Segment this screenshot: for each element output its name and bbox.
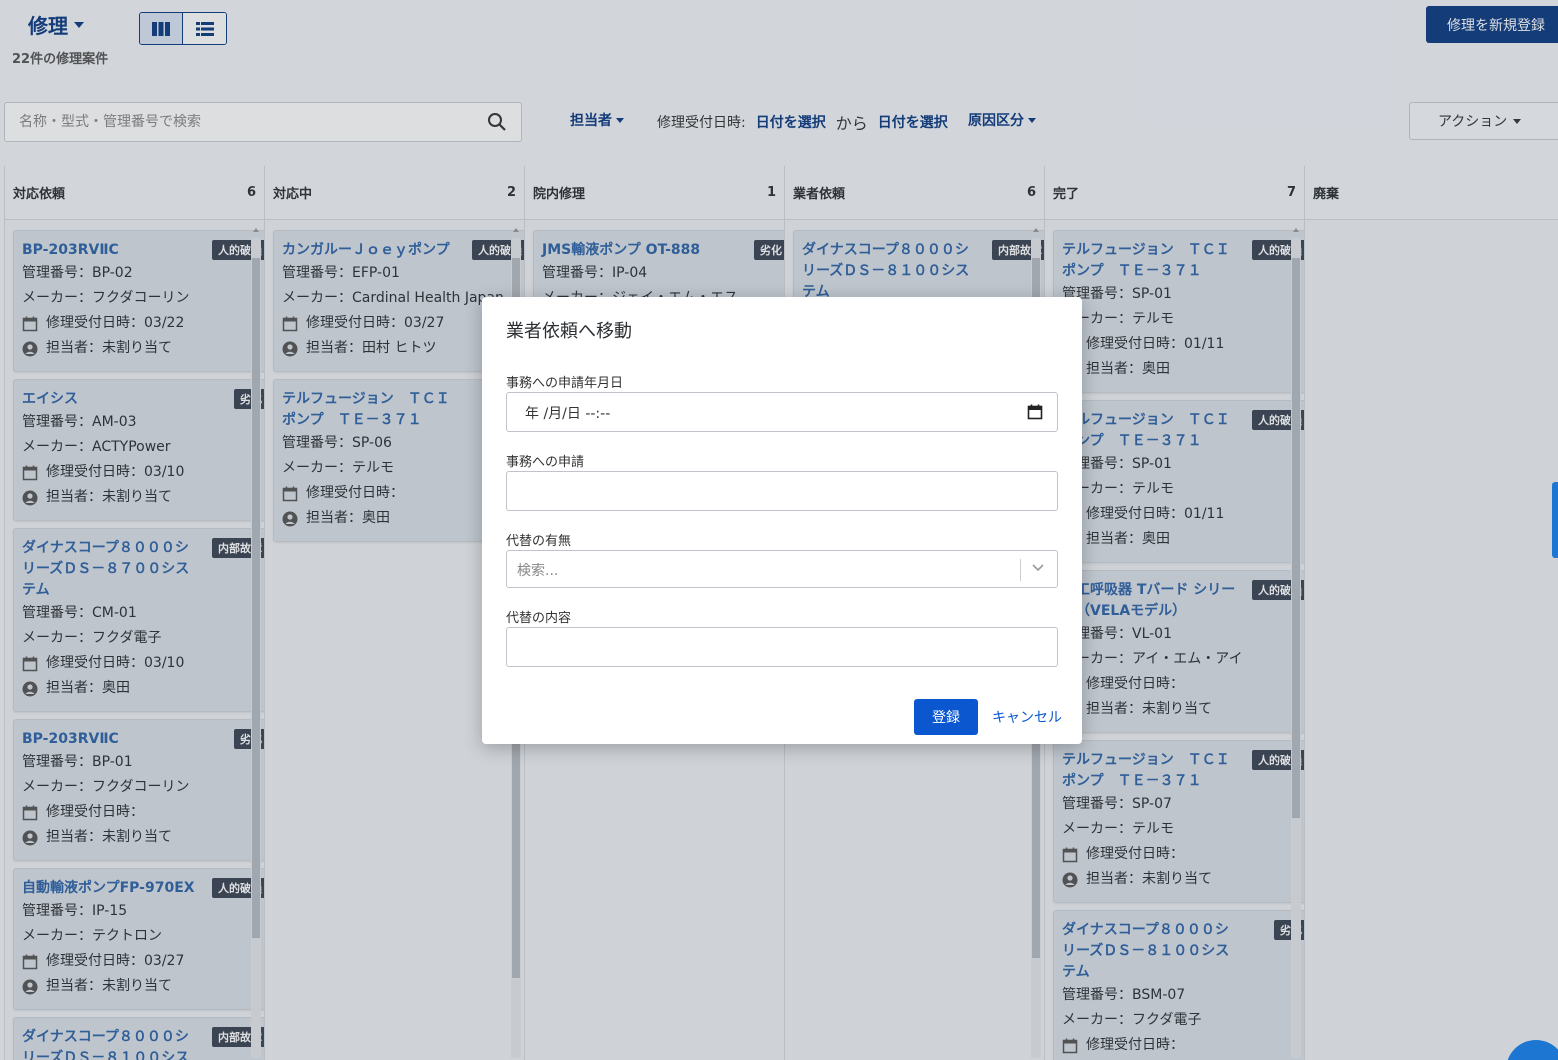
substitute-details-field[interactable]	[506, 627, 1058, 667]
application-date-value: 年 /月/日 --:--	[525, 406, 611, 422]
application-date-field[interactable]: 年 /月/日 --:--	[506, 392, 1058, 432]
submit-button[interactable]: 登録	[914, 699, 978, 735]
application-field[interactable]	[506, 471, 1058, 511]
substitute-details-label: 代替の内容	[506, 611, 572, 626]
application-label: 事務への申請	[506, 455, 585, 470]
dialog-title: 業者依頼へ移動	[506, 321, 632, 342]
chevron-down-icon[interactable]	[1031, 563, 1045, 573]
move-dialog: 業者依頼へ移動 事務への申請年月日 年 /月/日 --:-- 事務への申請 代替…	[482, 297, 1082, 744]
substitute-details-input[interactable]	[507, 628, 1057, 666]
substitute-availability-select[interactable]: 検索...	[506, 550, 1058, 588]
substitute-availability-label: 代替の有無	[506, 534, 572, 549]
cancel-button[interactable]: キャンセル	[992, 707, 1062, 727]
select-placeholder: 検索...	[517, 563, 559, 579]
application-input[interactable]	[507, 472, 1057, 510]
select-separator	[1020, 559, 1021, 581]
application-date-label: 事務への申請年月日	[506, 376, 624, 391]
side-panel-tab[interactable]	[1552, 482, 1558, 558]
calendar-icon[interactable]	[1027, 404, 1043, 420]
